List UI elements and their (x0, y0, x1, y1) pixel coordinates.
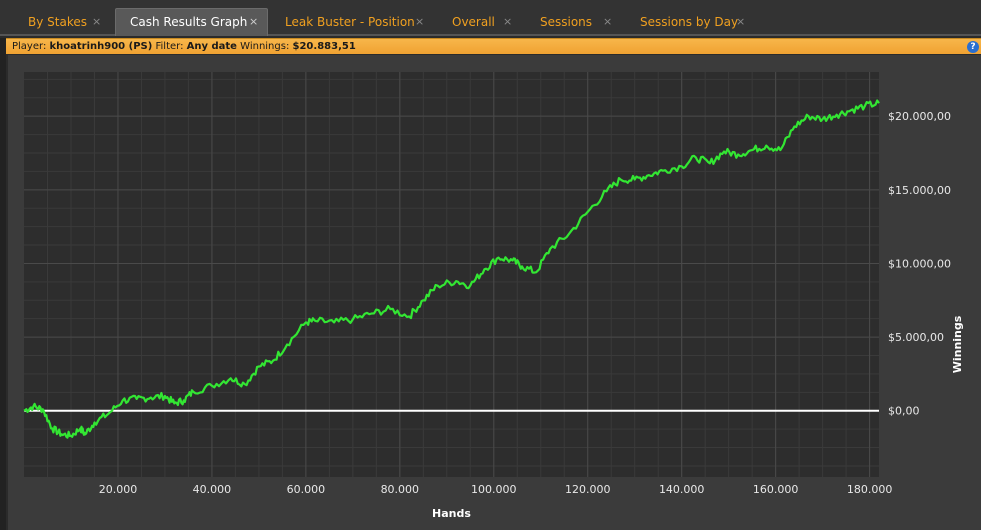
tab-cash-results-graph[interactable]: Cash Results Graph × (115, 8, 268, 36)
close-icon[interactable]: × (736, 8, 745, 36)
x-tick-label: 160.000 (753, 483, 799, 496)
tab-by-stakes[interactable]: By Stakes × (14, 8, 112, 36)
x-tick-label: 80.000 (381, 483, 420, 496)
chart-svg: 20.000 40.000 60.000 80.000 100.000 120.000 14… (23, 72, 964, 520)
x-tick-label: 100.000 (471, 483, 517, 496)
close-icon[interactable]: × (503, 8, 512, 36)
tab-leak-buster-position[interactable]: Leak Buster - Position × (271, 8, 435, 36)
y-tick-label: $5.000,00 (888, 331, 944, 344)
winnings-label: Winnings: (240, 41, 290, 52)
cash-results-chart: 20.000 40.000 60.000 80.000 100.000 120.000 14… (8, 55, 981, 530)
x-tick-label: 20.000 (99, 483, 138, 496)
filter-info-bar: Player: khoatrinh900 (PS) Filter: Any da… (6, 38, 981, 54)
x-axis-title: Hands (432, 507, 471, 520)
x-tick-label: 40.000 (193, 483, 232, 496)
x-tick-label: 180.000 (847, 483, 893, 496)
y-tick-label: $10.000,00 (888, 257, 951, 270)
x-tick-label: 140.000 (659, 483, 705, 496)
plot-area (24, 72, 879, 477)
tab-bar: By Stakes × Cash Results Graph × Leak Buster… (0, 0, 981, 36)
tab-label: Sessions (540, 15, 593, 29)
close-icon[interactable]: × (603, 8, 612, 36)
tab-label: By Stakes (28, 15, 87, 29)
y-tick-label: $15.000,00 (888, 184, 951, 197)
y-tick-label: $20.000,00 (888, 110, 951, 123)
tab-overall[interactable]: Overall × (438, 8, 523, 36)
tab-sessions-by-day[interactable]: Sessions by Day × (626, 8, 756, 36)
close-icon[interactable]: × (92, 8, 101, 36)
x-tick-label: 120.000 (565, 483, 611, 496)
tab-label: Leak Buster - Position (285, 15, 415, 29)
filter-label: Filter: (155, 41, 184, 52)
player-label: Player: (12, 41, 47, 52)
y-tick-label: $0,00 (888, 405, 920, 418)
winnings-value: $20.883,51 (292, 41, 356, 52)
left-edge (0, 38, 6, 530)
player-value: khoatrinh900 (PS) (49, 41, 153, 52)
close-icon[interactable]: × (415, 8, 424, 36)
tab-sessions[interactable]: Sessions × (526, 8, 623, 36)
x-tick-label: 60.000 (287, 483, 326, 496)
tab-label: Cash Results Graph (130, 15, 248, 29)
tab-label: Sessions by Day (640, 15, 739, 29)
close-icon[interactable]: × (249, 9, 258, 35)
help-icon[interactable]: ? (967, 41, 979, 53)
filter-value: Any date (186, 41, 237, 52)
y-axis-title: Winnings (951, 315, 964, 373)
tab-label: Overall (452, 15, 495, 29)
